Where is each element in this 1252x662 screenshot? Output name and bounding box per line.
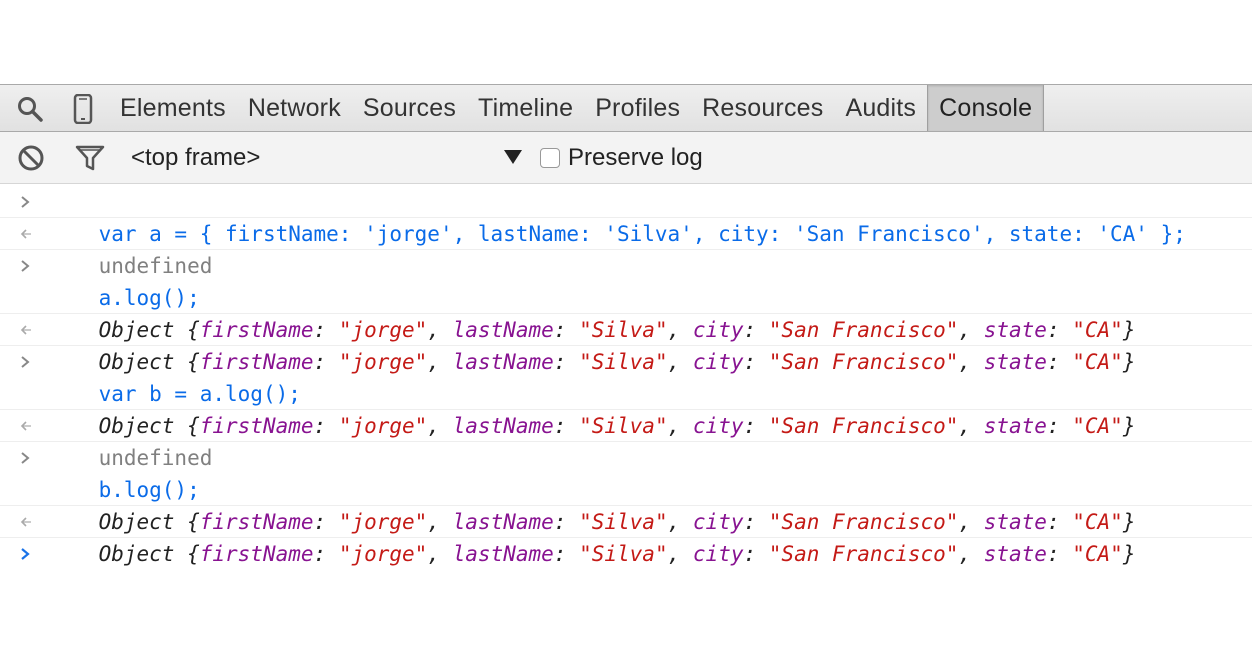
console-log-row[interactable]: Object {firstName: "jorge", lastName: "S… — [0, 282, 1252, 342]
tab-profiles[interactable]: Profiles — [584, 85, 691, 131]
preserve-log-label: Preserve log — [568, 144, 703, 171]
frame-select[interactable]: <top frame> — [131, 138, 526, 178]
result-arrow-icon — [14, 218, 36, 250]
clear-console-icon[interactable] — [15, 142, 47, 174]
filter-icon[interactable] — [74, 142, 106, 174]
console-result-row: undefined — [0, 410, 1252, 470]
input-chevron-icon — [14, 250, 36, 282]
search-icon[interactable] — [14, 93, 46, 125]
result-arrow-icon — [14, 410, 36, 442]
console-result-row[interactable]: Object {firstName: "jorge", lastName: "S… — [0, 314, 1252, 374]
dropdown-arrow-icon — [504, 150, 522, 164]
tab-console[interactable]: Console — [927, 85, 1045, 131]
preserve-log-checkbox[interactable] — [540, 148, 560, 168]
tab-elements[interactable]: Elements — [109, 85, 237, 131]
console-messages: var a = { firstName: 'jorge', lastName: … — [0, 186, 1252, 572]
console-result-row[interactable]: Object {firstName: "jorge", lastName: "S… — [0, 506, 1252, 566]
console-filter-bar: <top frame> Preserve log — [0, 132, 1252, 184]
console-input-row: var a = { firstName: 'jorge', lastName: … — [0, 186, 1252, 246]
frame-select-value: <top frame> — [131, 144, 261, 171]
console-log-row[interactable]: Object {firstName: "jorge", lastName: "S… — [0, 474, 1252, 534]
console-prompt[interactable] — [0, 538, 1252, 572]
result-arrow-icon — [14, 314, 36, 346]
input-chevron-icon — [14, 186, 36, 218]
device-mode-icon[interactable] — [67, 93, 99, 125]
panel-tabs: Elements Network Sources Timeline Profil… — [109, 85, 1045, 131]
tab-network[interactable]: Network — [237, 85, 352, 131]
prompt-chevron-icon — [14, 538, 36, 570]
console-input-row: a.log(); — [0, 250, 1252, 310]
input-chevron-icon — [14, 346, 36, 378]
console-result-row: undefined — [0, 218, 1252, 278]
input-chevron-icon — [14, 442, 36, 474]
preserve-log-toggle[interactable]: Preserve log — [540, 142, 703, 174]
tab-resources[interactable]: Resources — [691, 85, 834, 131]
result-arrow-icon — [14, 506, 36, 538]
tab-audits[interactable]: Audits — [834, 85, 927, 131]
console-input-row: var b = a.log(); — [0, 346, 1252, 406]
tab-sources[interactable]: Sources — [352, 85, 467, 131]
console-log-row[interactable]: Object {firstName: "jorge", lastName: "S… — [0, 378, 1252, 438]
devtools-toolbar: Elements Network Sources Timeline Profil… — [0, 84, 1252, 132]
tab-timeline[interactable]: Timeline — [467, 85, 584, 131]
console-input-row: b.log(); — [0, 442, 1252, 502]
